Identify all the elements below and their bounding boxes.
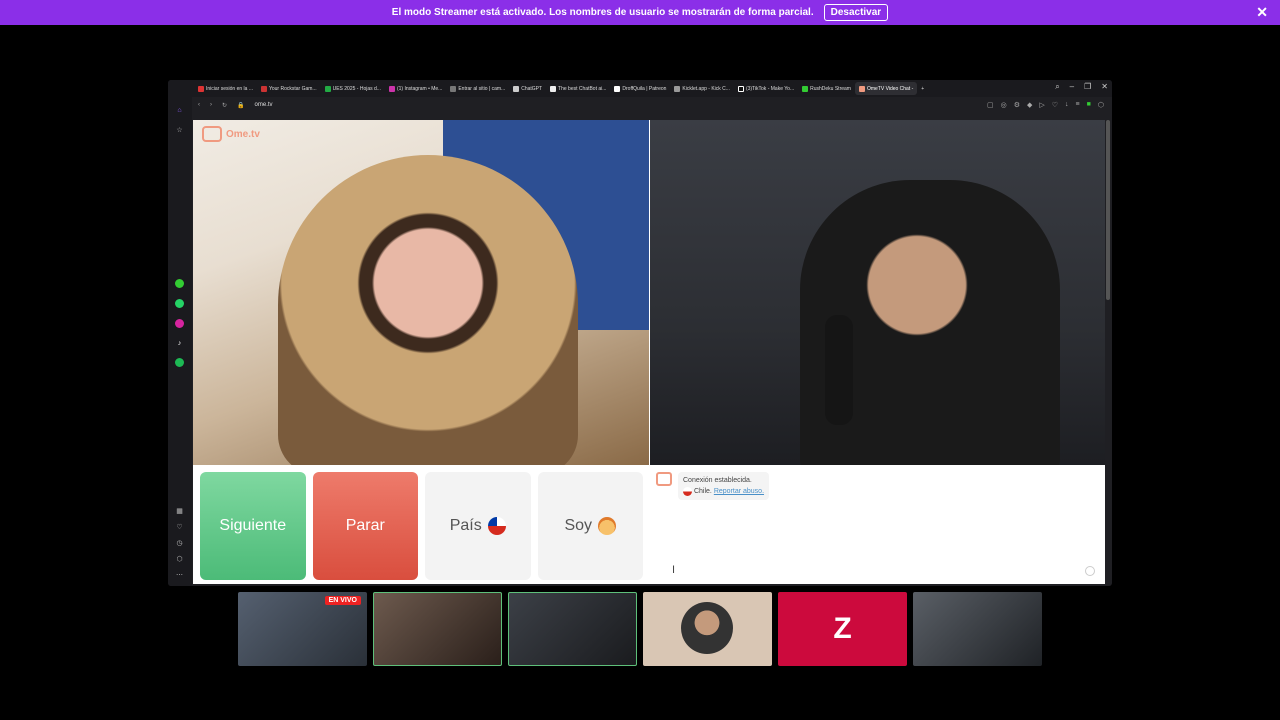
stop-button[interactable]: Parar <box>312 472 418 580</box>
settings-icon[interactable]: ⚙ <box>1014 101 1020 109</box>
thumbnail-3[interactable] <box>508 592 637 666</box>
deactivate-button[interactable]: Desactivar <box>823 4 889 21</box>
thumbnail-6[interactable] <box>913 592 1042 666</box>
avatar <box>681 602 733 654</box>
new-tab-button[interactable]: + <box>917 82 928 95</box>
star-icon[interactable]: ☆ <box>175 126 184 135</box>
tab-4[interactable]: (1) Instagram • Me... <box>385 82 446 95</box>
stream-thumbnails: EN VIVO Z <box>238 592 1042 666</box>
boy-face-icon <box>598 517 617 535</box>
lock-icon: 🔒 <box>237 102 245 109</box>
message-bubble: Conexión establecida. Chile. Reportar ab… <box>678 472 770 500</box>
gender-button[interactable]: Soy <box>537 472 643 580</box>
instagram-icon[interactable] <box>175 319 184 328</box>
extension-icon[interactable]: ◆ <box>1027 101 1032 109</box>
profile-icon[interactable]: ■ <box>1087 101 1091 109</box>
address-bar: ‹ › ↻ 🔒 ome.tv ▢ ◎ ⚙ ◆ ▷ ♡ ↓ ≡ ■ ⬡ <box>168 97 1112 113</box>
download-icon[interactable]: ↓ <box>1065 101 1069 109</box>
tab-3[interactable]: UES 2025 - Hojas d... <box>321 82 385 95</box>
close-window-icon[interactable]: ✕ <box>1101 82 1108 92</box>
stranger-person <box>278 155 578 465</box>
text-cursor-icon: I <box>672 564 676 576</box>
tab-12-active[interactable]: OmeTV Video Chat - <box>854 82 918 95</box>
chat-controls: Siguiente Parar País Soy <box>193 466 649 584</box>
browser-window: Iniciar sesión en la ... Your Rockstar G… <box>168 80 1112 586</box>
spotify-icon[interactable] <box>175 358 184 367</box>
country-label: Chile. <box>693 488 712 495</box>
browser-sidebar: ⌂ ☆ ♪ ▦ ♡ ◷ ⬡ ⋯ <box>168 97 192 586</box>
camera-icon[interactable]: ◎ <box>1001 101 1007 109</box>
tab-7[interactable]: The best ChatBot ai... <box>546 82 610 95</box>
tab-6[interactable]: ChatGPT <box>509 82 546 95</box>
play-icon[interactable]: ▷ <box>1039 101 1044 109</box>
whatsapp-icon[interactable] <box>175 299 184 308</box>
thumbnail-2[interactable] <box>373 592 502 666</box>
tab-5[interactable]: Entrar al sitio | cam... <box>446 82 509 95</box>
app-green-icon[interactable] <box>175 279 184 288</box>
tiktok-icon[interactable]: ♪ <box>175 339 184 348</box>
tab-2[interactable]: Your Rockstar Gam... <box>257 82 321 95</box>
z-logo: Z <box>833 612 852 645</box>
ometv-logo-icon <box>202 126 222 142</box>
connection-status: Conexión establecida. <box>683 477 752 484</box>
country-button[interactable]: País <box>425 472 531 580</box>
page-scrollbar[interactable] <box>1106 120 1110 300</box>
system-message: Conexión establecida. Chile. Reportar ab… <box>656 472 770 500</box>
ometv-logo-text: Ome.tv <box>226 128 260 140</box>
maximize-icon[interactable]: ❐ <box>1084 82 1091 92</box>
tab-11[interactable]: RushDeku Stream <box>798 82 855 95</box>
ometv-page: Ome.tv Siguiente Parar País Soy Conexión… <box>193 120 1105 584</box>
thumbnail-4[interactable] <box>643 592 772 666</box>
next-button[interactable]: Siguiente <box>200 472 306 580</box>
url-field[interactable]: ome.tv <box>255 102 273 108</box>
chile-flag-small-icon <box>683 486 692 496</box>
tab-1[interactable]: Iniciar sesión en la ... <box>194 82 257 95</box>
window-controls: ⌕ – ❐ ✕ <box>1055 82 1108 92</box>
live-badge: EN VIVO <box>324 596 361 605</box>
chat-panel: Conexión establecida. Chile. Reportar ab… <box>650 466 1105 584</box>
report-abuse-link[interactable]: Reportar abuso. <box>714 488 764 495</box>
streamer-mode-bar: El modo Streamer está activado. Los nomb… <box>0 0 1280 25</box>
forward-icon[interactable]: › <box>210 102 212 108</box>
home-icon[interactable]: ⌂ <box>175 106 184 115</box>
favorite-icon[interactable]: ♡ <box>175 523 184 532</box>
history-icon[interactable]: ◷ <box>175 539 184 548</box>
tab-9[interactable]: Kicklet.app - Kick C... <box>670 82 734 95</box>
microphone <box>825 315 853 425</box>
back-icon[interactable]: ‹ <box>198 102 200 108</box>
toolbar-icons: ▢ ◎ ⚙ ◆ ▷ ♡ ↓ ≡ ■ ⬡ <box>987 101 1104 109</box>
tab-strip: Iniciar sesión en la ... Your Rockstar G… <box>168 80 1112 97</box>
search-icon[interactable]: ⌕ <box>1055 82 1059 92</box>
streamer-message: El modo Streamer está activado. Los nomb… <box>391 7 814 18</box>
ometv-chat-icon <box>656 472 672 486</box>
self-video <box>650 120 1105 465</box>
close-icon[interactable]: ✕ <box>1256 4 1268 21</box>
heart-icon[interactable]: ♡ <box>1052 101 1058 109</box>
more-icon[interactable]: ⋯ <box>175 571 184 580</box>
emoji-icon[interactable] <box>1085 566 1095 576</box>
stranger-video: Ome.tv <box>193 120 649 465</box>
menu-icon[interactable]: ≡ <box>1076 101 1080 109</box>
thumbnail-1[interactable]: EN VIVO <box>238 592 367 666</box>
screenshot-icon[interactable]: ▢ <box>987 101 994 109</box>
reload-icon[interactable]: ↻ <box>222 102 227 109</box>
ometv-logo: Ome.tv <box>202 126 260 142</box>
apps-icon[interactable]: ▦ <box>175 507 184 516</box>
chile-flag-icon <box>487 517 506 535</box>
minimize-icon[interactable]: – <box>1070 82 1074 92</box>
package-icon[interactable]: ⬡ <box>175 555 184 564</box>
cube-icon[interactable]: ⬡ <box>1098 101 1104 109</box>
tab-10[interactable]: (3)TikTok - Make Yo... <box>734 82 798 95</box>
thumbnail-5[interactable]: Z <box>778 592 907 666</box>
tab-8[interactable]: DroffQuila | Patreon <box>610 82 670 95</box>
